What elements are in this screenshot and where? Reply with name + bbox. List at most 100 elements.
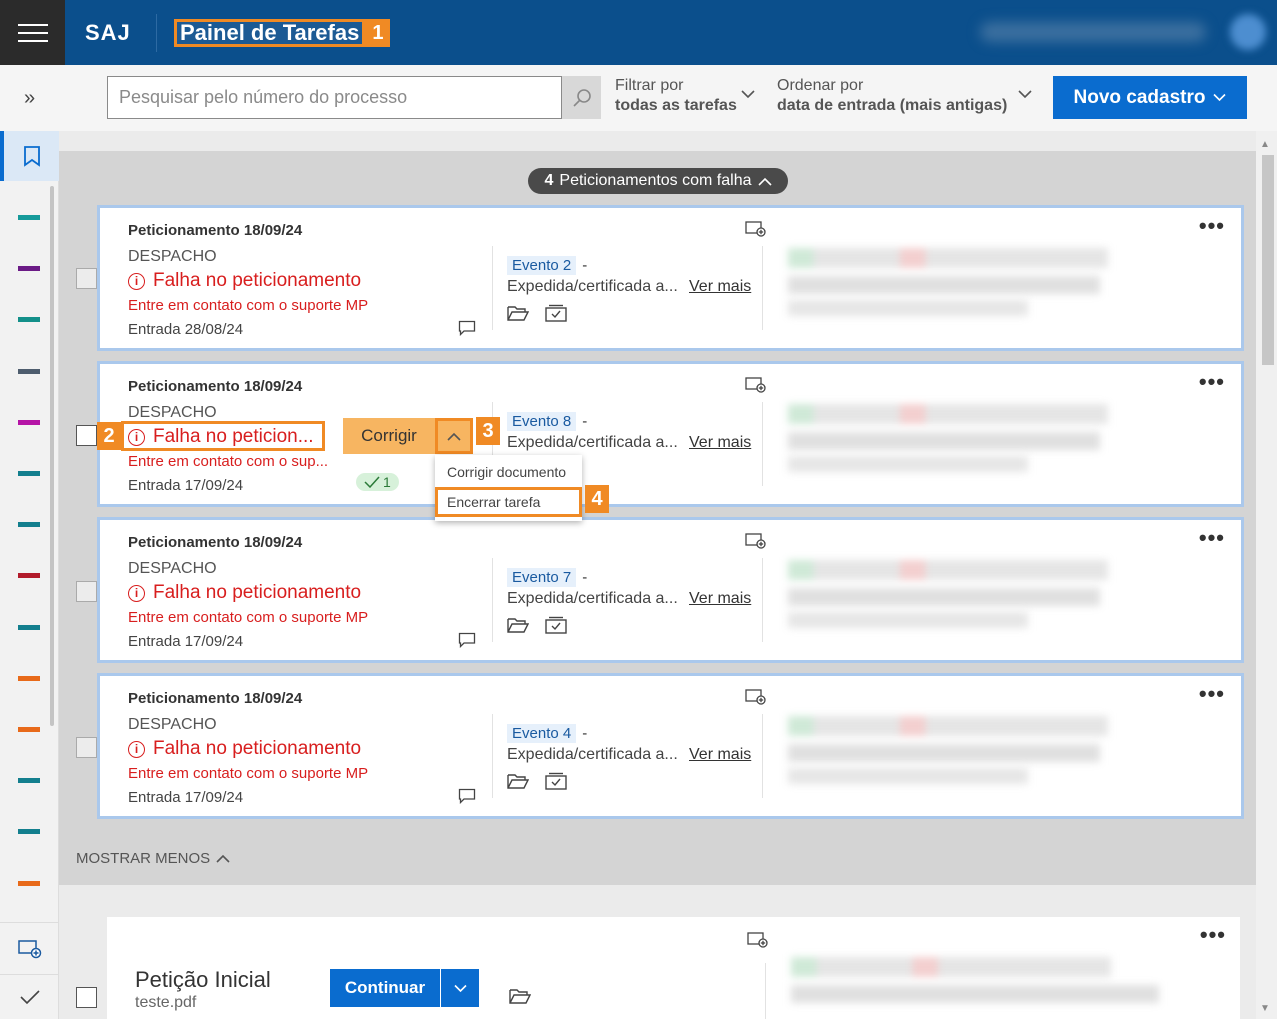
show-less-toggle[interactable]: MOSTRAR MENOS	[76, 850, 230, 867]
order-dropdown[interactable]: Ordenar por data de entrada (mais antiga…	[777, 77, 1032, 115]
more-options-icon[interactable]: •••	[1200, 924, 1226, 946]
sidebar-category-marker[interactable]	[18, 419, 40, 425]
card-checkbox[interactable]	[76, 737, 97, 758]
card-checkbox[interactable]	[76, 425, 97, 446]
sidebar-category-marker[interactable]	[18, 727, 40, 732]
card-type: DESPACHO	[128, 404, 217, 421]
sidebar-category-marker[interactable]	[18, 471, 40, 476]
inbox-check-icon[interactable]	[545, 304, 567, 327]
search-button[interactable]	[562, 76, 601, 119]
sidebar-add-task[interactable]	[0, 922, 59, 974]
folder-icon[interactable]	[509, 987, 532, 1010]
card-actions	[507, 304, 567, 327]
menu-item-fix-document[interactable]: Corrigir documento	[435, 457, 582, 487]
fix-button[interactable]: Corrigir	[343, 418, 473, 454]
approved-count: 1	[383, 474, 391, 490]
search-icon	[572, 88, 591, 107]
comment-icon[interactable]	[458, 320, 476, 341]
blurred-info	[788, 560, 1108, 580]
add-task-icon[interactable]	[747, 931, 769, 954]
event-tag[interactable]: Evento 7	[507, 568, 577, 587]
fix-dropdown-toggle[interactable]	[435, 418, 473, 454]
user-name-blurred[interactable]	[980, 22, 1206, 42]
see-more-link[interactable]: Ver mais	[689, 278, 751, 296]
sidebar-category-marker[interactable]	[18, 880, 40, 886]
blurred-info	[788, 404, 1108, 424]
event-tag[interactable]: Evento 2	[507, 256, 577, 275]
top-header: SAJ Painel de Tarefas 1	[0, 0, 1277, 65]
scroll-down-icon[interactable]: ▼	[1260, 1003, 1270, 1014]
event-dash: -	[582, 725, 588, 742]
continue-button[interactable]: Continuar	[330, 969, 440, 1007]
expand-sidebar-icon[interactable]: »	[0, 65, 59, 131]
sidebar-category-marker[interactable]	[18, 624, 40, 630]
more-options-icon[interactable]: •••	[1199, 215, 1225, 237]
see-more-link[interactable]: Ver mais	[689, 434, 751, 452]
bookmark-icon	[23, 146, 40, 167]
continue-dropdown-toggle[interactable]	[441, 969, 479, 1007]
card-actions	[507, 772, 567, 795]
add-task-icon[interactable]	[745, 532, 767, 555]
event-tag[interactable]: Evento 4	[507, 724, 577, 743]
main-scrollbar-thumb[interactable]	[1262, 155, 1274, 365]
comment-icon[interactable]	[458, 788, 476, 809]
folder-icon[interactable]	[507, 772, 530, 795]
event-tag[interactable]: Evento 8	[507, 412, 577, 431]
inbox-check-icon[interactable]	[545, 616, 567, 639]
blurred-info	[788, 300, 1028, 316]
task-card[interactable]: Peticionamento 18/09/24 DESPACHO i Falha …	[97, 673, 1244, 819]
sidebar-item-tasks[interactable]	[0, 131, 59, 181]
sidebar-category-marker[interactable]	[18, 675, 40, 681]
new-register-button[interactable]: Novo cadastro	[1053, 76, 1247, 119]
card-checkbox[interactable]	[76, 268, 97, 289]
page-title-highlight: Painel de Tarefas 1	[174, 19, 391, 47]
sidebar-category-marker[interactable]	[18, 522, 40, 528]
menu-item-close-task[interactable]: Encerrar tarefa	[435, 487, 582, 517]
folder-icon[interactable]	[507, 616, 530, 639]
task-card[interactable]: Peticionamento 18/09/24 DESPACHO i Falha …	[97, 517, 1244, 663]
card-divider	[762, 714, 763, 798]
sidebar-category-marker[interactable]	[18, 215, 40, 220]
sidebar-scrollbar[interactable]	[50, 186, 54, 726]
inbox-check-icon[interactable]	[545, 772, 567, 795]
sidebar-category-marker[interactable]	[18, 573, 40, 579]
entry-date: Entrada 28/08/24	[128, 321, 244, 338]
filter-label: Filtrar por	[615, 77, 684, 94]
chevron-up-icon	[216, 854, 230, 863]
add-task-icon[interactable]	[745, 688, 767, 711]
avatar[interactable]	[1230, 14, 1266, 50]
folder-icon[interactable]	[507, 304, 530, 327]
see-more-link[interactable]: Ver mais	[689, 590, 751, 608]
sidebar-category-marker[interactable]	[18, 266, 40, 272]
petition-card[interactable]: Petição Inicial teste.pdf Continuar •••	[107, 917, 1240, 1019]
add-task-icon[interactable]	[745, 220, 767, 243]
sidebar-category-marker[interactable]	[18, 829, 40, 835]
order-label: Ordenar por	[777, 77, 864, 94]
add-task-icon[interactable]	[745, 376, 767, 399]
brand-logo[interactable]: SAJ	[85, 20, 131, 46]
more-options-icon[interactable]: •••	[1199, 683, 1225, 705]
filter-dropdown[interactable]: Filtrar por todas as tarefas	[615, 77, 755, 115]
search-input[interactable]	[107, 76, 562, 119]
more-options-icon[interactable]: •••	[1199, 371, 1225, 393]
card-checkbox[interactable]	[76, 987, 97, 1008]
see-more-link[interactable]: Ver mais	[689, 746, 751, 764]
sidebar-category-marker[interactable]	[18, 317, 40, 323]
sidebar-category-marker[interactable]	[18, 778, 40, 784]
event-dash: -	[582, 413, 588, 430]
scroll-up-icon[interactable]: ▲	[1260, 139, 1270, 150]
error-highlight	[121, 421, 325, 451]
card-divider	[762, 402, 763, 486]
failures-toggle[interactable]: 4 Peticionamentos com falha	[528, 168, 788, 194]
sidebar-category-marker[interactable]	[18, 368, 40, 374]
card-divider	[762, 558, 763, 642]
task-card[interactable]: Peticionamento 18/09/24 DESPACHO i Falha …	[97, 205, 1244, 351]
comment-icon[interactable]	[458, 632, 476, 653]
card-checkbox[interactable]	[76, 581, 97, 602]
sidebar-completed[interactable]	[0, 974, 59, 1019]
more-options-icon[interactable]: •••	[1199, 527, 1225, 549]
menu-icon[interactable]	[0, 0, 65, 65]
event-dash: -	[582, 569, 588, 586]
support-text: Entre em contato com o sup...	[128, 453, 329, 470]
info-icon: i	[128, 272, 145, 290]
